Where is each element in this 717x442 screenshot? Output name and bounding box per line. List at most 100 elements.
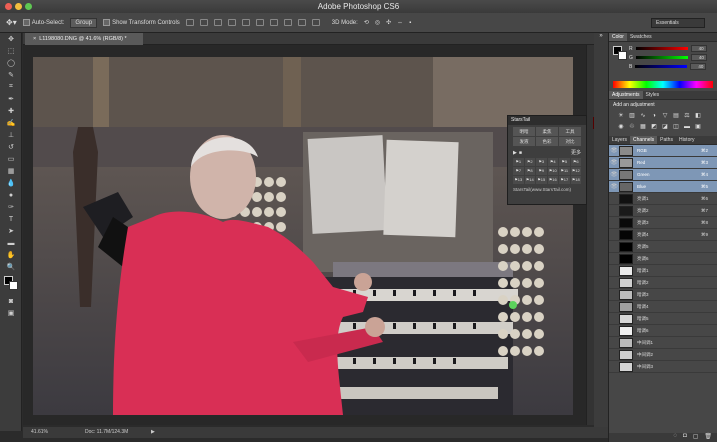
starstail-action[interactable]: ⚑12	[570, 167, 581, 175]
channel-row[interactable]: 暗调6	[609, 325, 717, 337]
starstail-action[interactable]: ⚑16	[547, 176, 558, 184]
align-right-icon[interactable]	[255, 19, 264, 26]
channel-row[interactable]: 亮调5	[609, 241, 717, 253]
lasso-tool-icon[interactable]: ◯	[0, 57, 22, 69]
3d-drag-icon[interactable]: ✣	[386, 19, 391, 26]
tab-history[interactable]: History	[676, 136, 698, 144]
tab-adjustments[interactable]: Adjustments	[609, 91, 643, 99]
blur-tool-icon[interactable]: 💧	[0, 177, 22, 189]
delete-channel-icon[interactable]: 🗑	[704, 433, 712, 442]
3d-rotate-icon[interactable]: ⟲	[364, 19, 369, 26]
marquee-tool-icon[interactable]: ⬚	[0, 45, 22, 57]
crop-tool-icon[interactable]: ⌗	[0, 81, 22, 93]
status-arrow-icon[interactable]: ▶	[151, 427, 155, 438]
healing-tool-icon[interactable]: ✚	[0, 105, 22, 117]
document-canvas[interactable]	[33, 57, 573, 415]
channel-row[interactable]: 亮调3 ⌘8	[609, 217, 717, 229]
tab-swatches[interactable]: Swatches	[627, 33, 655, 41]
visibility-eye-icon[interactable]: 👁	[609, 159, 619, 166]
color-spectrum[interactable]	[613, 81, 713, 88]
starstail-action[interactable]: ⚑14	[524, 176, 535, 184]
channel-row[interactable]: 中间调2	[609, 349, 717, 361]
starstail-more[interactable]: 更多	[571, 149, 581, 156]
workspace-dropdown[interactable]: Essentials	[651, 18, 705, 28]
eyedropper-tool-icon[interactable]: ✒	[0, 93, 22, 105]
curves-icon[interactable]: ∿	[639, 112, 647, 120]
visibility-eye-icon[interactable]: 👁	[609, 171, 619, 178]
visibility-eye-icon[interactable]: 👁	[609, 183, 619, 190]
document-tab[interactable]: × L1198080.DNG @ 41.6% (RGB/8) *	[25, 33, 143, 45]
starstail-action[interactable]: ⚑5	[559, 158, 570, 166]
tab-channels[interactable]: Channels	[630, 136, 658, 144]
black-white-icon[interactable]: ◧	[694, 112, 702, 120]
color-swatches[interactable]	[0, 273, 21, 295]
close-window-button[interactable]	[5, 3, 12, 10]
collapse-icon[interactable]: »	[594, 33, 608, 43]
move-tool-icon[interactable]: ✥▾	[6, 18, 17, 27]
channel-row[interactable]: 暗调4	[609, 301, 717, 313]
starstail-btn[interactable]: 工具	[559, 127, 581, 136]
history-brush-tool-icon[interactable]: ↺	[0, 141, 22, 153]
selective-color-icon[interactable]: ▣	[694, 123, 702, 131]
type-tool-icon[interactable]: T	[0, 213, 22, 225]
starstail-action[interactable]: ⚑3	[536, 158, 547, 166]
channel-row[interactable]: 👁 Red ⌘3	[609, 157, 717, 169]
move-tool-icon[interactable]: ✥	[0, 33, 22, 45]
channel-row[interactable]: 👁 RGB ⌘2	[609, 145, 717, 157]
eraser-tool-icon[interactable]: ▭	[0, 153, 22, 165]
auto-select-checkbox[interactable]: Auto-Select:	[22, 18, 64, 26]
color-balance-icon[interactable]: ⚖	[683, 112, 691, 120]
starstail-btn[interactable]: 发液	[513, 137, 535, 146]
levels-icon[interactable]: ▥	[628, 112, 636, 120]
align-top-icon[interactable]	[185, 19, 194, 26]
3d-slide-icon[interactable]: ⇔	[397, 20, 403, 26]
channel-row[interactable]: 暗调5	[609, 313, 717, 325]
pen-tool-icon[interactable]: ✑	[0, 201, 22, 213]
close-icon[interactable]: ×	[33, 36, 36, 42]
shape-tool-icon[interactable]: ▬	[0, 237, 22, 249]
starstail-action[interactable]: ⚑9	[536, 167, 547, 175]
channel-row[interactable]: 暗调2	[609, 277, 717, 289]
path-select-tool-icon[interactable]: ➤	[0, 225, 22, 237]
show-transform-checkbox[interactable]: Show Transform Controls	[103, 18, 180, 26]
starstail-action[interactable]: ⚑1	[513, 158, 524, 166]
threshold-icon[interactable]: ◫	[672, 123, 680, 131]
starstail-btn[interactable]: 色彩	[536, 137, 558, 146]
tab-layers[interactable]: Layers	[609, 136, 630, 144]
align-bottom-icon[interactable]	[213, 19, 222, 26]
color-lookup-icon[interactable]: ▦	[639, 123, 647, 131]
hand-tool-icon[interactable]: ✋	[0, 249, 22, 261]
vibrance-icon[interactable]: ▽	[661, 112, 669, 120]
starstail-btn[interactable]: 对比	[559, 137, 581, 146]
brush-tool-icon[interactable]: ✍	[0, 117, 22, 129]
channel-row[interactable]: 中间调1	[609, 337, 717, 349]
visibility-eye-icon[interactable]: 👁	[609, 147, 619, 154]
screen-mode-icon[interactable]: ▣	[0, 307, 22, 319]
starstail-action[interactable]: ⚑2	[524, 158, 535, 166]
zoom-level[interactable]: 41.61%	[31, 427, 48, 438]
starstail-btn[interactable]: 柔焦	[536, 127, 558, 136]
distribute-4-icon[interactable]	[311, 19, 320, 26]
starstail-action[interactable]: ⚑17	[559, 176, 570, 184]
starstail-footer[interactable]: StarsTail(www.StarsTail.com)	[508, 185, 586, 194]
save-selection-icon[interactable]: ◘	[683, 433, 687, 442]
green-slider[interactable]	[635, 56, 688, 59]
load-selection-icon[interactable]: ◌	[674, 433, 678, 442]
hue-saturation-icon[interactable]: ▤	[672, 112, 680, 120]
starstail-action[interactable]: ⚑15	[536, 176, 547, 184]
distribute-2-icon[interactable]	[283, 19, 292, 26]
channel-row[interactable]: 亮调6	[609, 253, 717, 265]
channel-mixer-icon[interactable]: ♲	[628, 123, 636, 131]
play-icon[interactable]: ▶	[513, 150, 517, 156]
dodge-tool-icon[interactable]: ●	[0, 189, 22, 201]
posterize-icon[interactable]: ◪	[661, 123, 669, 131]
starstail-action[interactable]: ⚑11	[559, 167, 570, 175]
3d-scale-icon[interactable]: ▪	[409, 20, 411, 26]
blue-slider[interactable]	[635, 65, 688, 68]
tab-color[interactable]: Color	[609, 33, 627, 41]
canvas-area[interactable]	[23, 45, 586, 425]
channel-row[interactable]: 中间调3	[609, 361, 717, 373]
red-slider[interactable]	[635, 47, 688, 50]
starstail-action[interactable]: ⚑8	[524, 167, 535, 175]
quick-mask-icon[interactable]: ◙	[0, 295, 22, 307]
